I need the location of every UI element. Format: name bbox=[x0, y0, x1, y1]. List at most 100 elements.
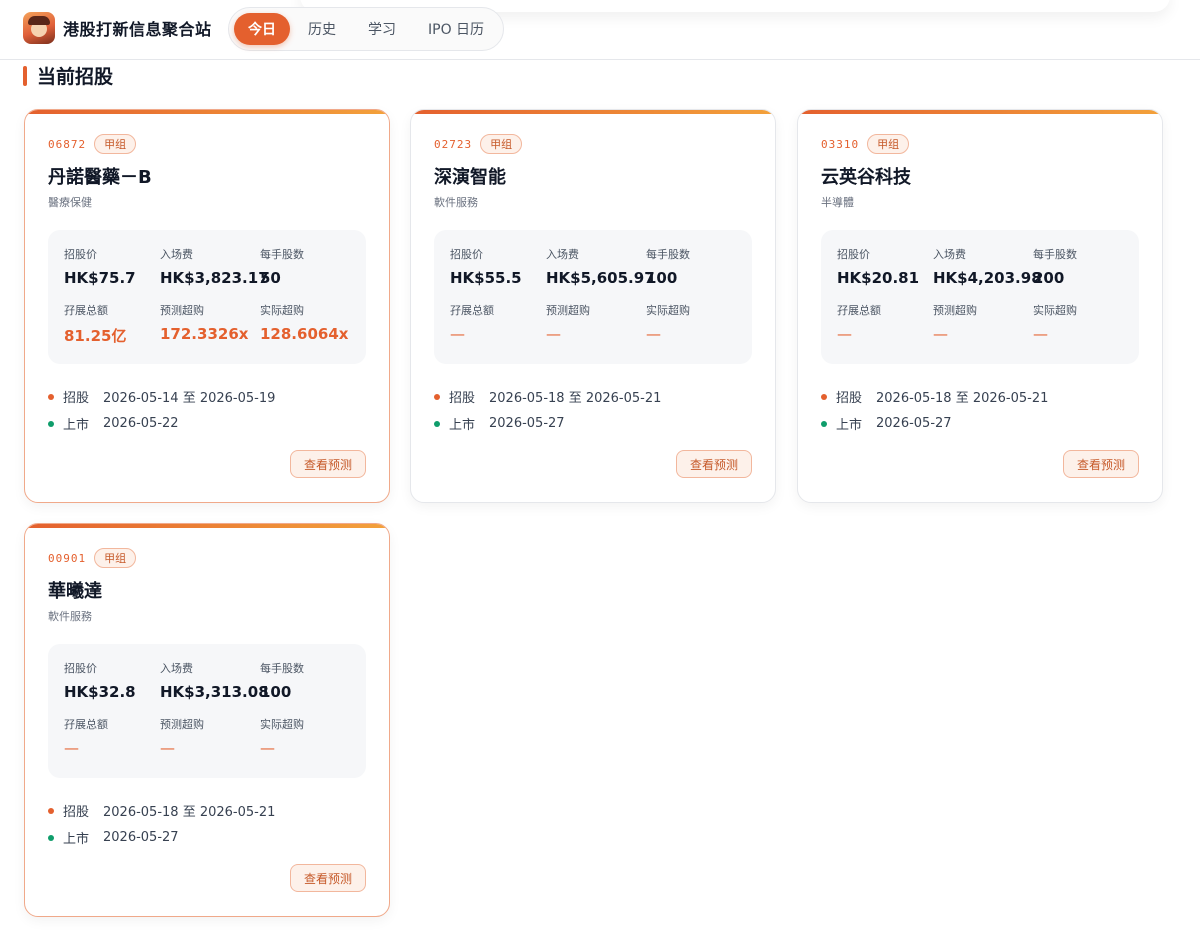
listing-label: 上市 bbox=[449, 418, 476, 433]
subscription-row: 招股 2026-05-18 至 2026-05-21 bbox=[434, 387, 661, 406]
stat-value: 50 bbox=[260, 269, 281, 287]
listing-date: 2026-05-22 bbox=[103, 416, 179, 431]
subscription-dot-icon bbox=[48, 807, 54, 814]
listing-row: 上市 2026-05-27 bbox=[434, 414, 565, 433]
subscription-dot-icon bbox=[821, 393, 827, 400]
stat-value: — bbox=[546, 325, 561, 343]
stat-value: — bbox=[450, 325, 465, 343]
group-badge: 甲组 bbox=[94, 134, 137, 154]
avatar bbox=[23, 12, 55, 44]
stat-value: HK$3,823.17 bbox=[160, 269, 269, 287]
stock-code: 06872 bbox=[48, 137, 87, 151]
stat-lot-size: 每手股数 50 bbox=[260, 246, 304, 287]
stat-label: 预测超购 bbox=[933, 304, 977, 317]
subscription-period: 2026-05-14 至 2026-05-19 bbox=[103, 391, 276, 406]
stat-value: — bbox=[837, 325, 852, 343]
subscription-period: 2026-05-18 至 2026-05-21 bbox=[103, 805, 276, 820]
stat-actual-oversub: 实际超购 — bbox=[1033, 302, 1077, 343]
stat-actual-oversub: 实际超购 — bbox=[260, 716, 304, 757]
industry-label: 軟件服務 bbox=[434, 196, 478, 209]
listing-dot-icon bbox=[434, 420, 440, 427]
stat-label: 每手股数 bbox=[260, 248, 304, 261]
stock-code: 02723 bbox=[434, 137, 473, 151]
view-prediction-button[interactable]: 查看预测 bbox=[289, 450, 366, 478]
stock-name: 華曦達 bbox=[48, 581, 102, 602]
stat-label: 孖展总额 bbox=[837, 304, 881, 317]
stat-entry-fee: 入场费 HK$3,313.08 bbox=[160, 660, 269, 701]
stat-value: — bbox=[933, 325, 948, 343]
site-title: 港股打新信息聚合站 bbox=[63, 20, 212, 39]
stat-margin-total: 孖展总额 — bbox=[450, 302, 494, 343]
stock-code: 03310 bbox=[821, 137, 860, 151]
listing-row: 上市 2026-05-27 bbox=[821, 414, 952, 433]
stat-price: 招股价 HK$32.8 bbox=[64, 660, 136, 701]
stat-value: 200 bbox=[1033, 269, 1065, 287]
stat-value: 81.25亿 bbox=[64, 327, 127, 345]
ipo-card[interactable]: 06872 甲组 丹諾醫藥－B 醫療保健 招股价 HK$75.7 入场费 HK$… bbox=[24, 109, 390, 503]
listing-row: 上市 2026-05-27 bbox=[48, 828, 179, 847]
stat-label: 预测超购 bbox=[160, 718, 204, 731]
stock-name: 丹諾醫藥－B bbox=[48, 167, 152, 188]
stat-label: 实际超购 bbox=[1033, 304, 1077, 317]
group-badge: 甲组 bbox=[94, 548, 137, 568]
stats-panel: 招股价 HK$55.5 入场费 HK$5,605.97 每手股数 100 孖展总… bbox=[434, 230, 752, 364]
top-bar: 港股打新信息聚合站 今日 历史 学习 IPO 日历 bbox=[0, 0, 1200, 60]
stat-label: 孖展总额 bbox=[64, 718, 108, 731]
stat-label: 招股价 bbox=[64, 248, 97, 261]
tab-today[interactable]: 今日 bbox=[234, 13, 290, 45]
code-row: 06872 甲组 bbox=[48, 134, 137, 154]
stat-label: 每手股数 bbox=[260, 662, 304, 675]
ipo-card[interactable]: 03310 甲组 云英谷科技 半導體 招股价 HK$20.81 入场费 HK$4… bbox=[797, 109, 1163, 503]
group-badge: 甲组 bbox=[480, 134, 523, 154]
ipo-card[interactable]: 00901 甲组 華曦達 軟件服務 招股价 HK$32.8 入场费 HK$3,3… bbox=[24, 523, 390, 917]
stats-panel: 招股价 HK$75.7 入场费 HK$3,823.17 每手股数 50 孖展总额… bbox=[48, 230, 366, 364]
stat-margin-total: 孖展总额 81.25亿 bbox=[64, 302, 126, 346]
card-accent-line bbox=[25, 110, 389, 114]
code-row: 03310 甲组 bbox=[821, 134, 910, 154]
view-prediction-button[interactable]: 查看预测 bbox=[1062, 450, 1139, 478]
section-title: 当前招股 bbox=[37, 66, 114, 88]
stat-value: — bbox=[260, 739, 275, 757]
stat-value: — bbox=[1033, 325, 1048, 343]
tab-history[interactable]: 历史 bbox=[294, 13, 350, 45]
listing-dot-icon bbox=[48, 420, 54, 427]
stat-label: 孖展总额 bbox=[64, 304, 108, 317]
stat-label: 预测超购 bbox=[546, 304, 590, 317]
code-row: 02723 甲组 bbox=[434, 134, 523, 154]
ipo-card[interactable]: 02723 甲组 深演智能 軟件服務 招股价 HK$55.5 入场费 HK$5,… bbox=[410, 109, 776, 503]
subscription-period: 2026-05-18 至 2026-05-21 bbox=[876, 391, 1049, 406]
view-prediction-button[interactable]: 查看预测 bbox=[289, 864, 366, 892]
stat-label: 入场费 bbox=[546, 248, 579, 261]
stat-value: HK$3,313.08 bbox=[160, 683, 269, 701]
nav-tabs: 今日 历史 学习 IPO 日历 bbox=[228, 7, 505, 51]
stat-label: 预测超购 bbox=[160, 304, 204, 317]
stock-code: 00901 bbox=[48, 551, 87, 565]
stat-value: HK$32.8 bbox=[64, 683, 136, 701]
stat-value: 172.3326x bbox=[160, 325, 249, 343]
stat-predicted-oversub: 预测超购 — bbox=[546, 302, 590, 343]
tab-learn[interactable]: 学习 bbox=[354, 13, 410, 45]
card-accent-line bbox=[798, 110, 1162, 114]
stat-label: 招股价 bbox=[837, 248, 870, 261]
brand[interactable]: 港股打新信息聚合站 bbox=[23, 12, 212, 44]
stat-price: 招股价 HK$75.7 bbox=[64, 246, 136, 287]
view-prediction-button[interactable]: 查看预测 bbox=[675, 450, 752, 478]
stat-label: 入场费 bbox=[160, 248, 193, 261]
stat-label: 孖展总额 bbox=[450, 304, 494, 317]
industry-label: 軟件服務 bbox=[48, 610, 92, 623]
subscription-label: 招股 bbox=[449, 391, 476, 406]
listing-row: 上市 2026-05-22 bbox=[48, 414, 179, 433]
stat-label: 招股价 bbox=[450, 248, 483, 261]
stat-value: 100 bbox=[646, 269, 678, 287]
stat-label: 实际超购 bbox=[260, 304, 304, 317]
stat-label: 每手股数 bbox=[1033, 248, 1077, 261]
stat-lot-size: 每手股数 200 bbox=[1033, 246, 1077, 287]
stat-label: 招股价 bbox=[64, 662, 97, 675]
stat-label: 入场费 bbox=[933, 248, 966, 261]
stat-lot-size: 每手股数 100 bbox=[646, 246, 690, 287]
tab-ipo-calendar[interactable]: IPO 日历 bbox=[414, 13, 498, 45]
group-badge: 甲组 bbox=[867, 134, 910, 154]
stat-value: HK$5,605.97 bbox=[546, 269, 655, 287]
listing-dot-icon bbox=[48, 834, 54, 841]
industry-label: 半導體 bbox=[821, 196, 854, 209]
